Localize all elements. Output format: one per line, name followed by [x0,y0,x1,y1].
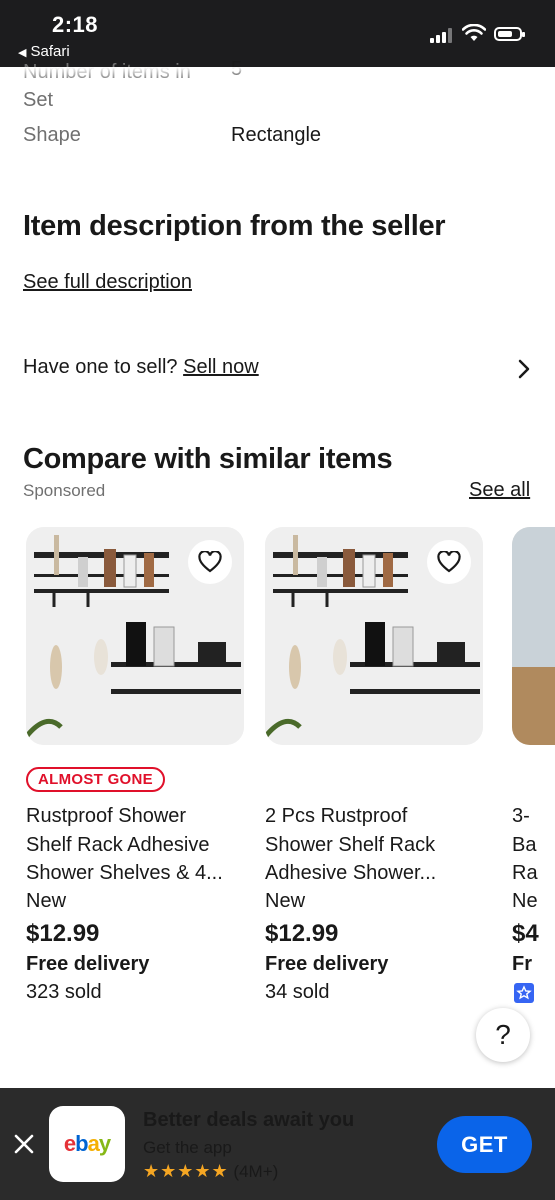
help-label: ? [495,1019,511,1050]
sell-row[interactable]: Have one to sell? Sell now [23,356,533,384]
cellular-signal-icon [430,27,454,43]
product-image[interactable] [26,527,244,745]
spec-row-shape: Shape Rectangle [23,124,321,147]
product-condition-partial: Ne [512,890,538,912]
product-image-partial[interactable] [512,527,555,745]
product-sold-count: 323 sold [26,981,102,1003]
wifi-icon [462,24,486,41]
spec-value: Rectangle [231,124,322,146]
title-fragment: 3- [512,805,530,827]
heart-icon [198,551,222,573]
get-app-button[interactable]: GET [437,1116,532,1173]
product-delivery: Free delivery [265,953,389,975]
see-full-description-link[interactable]: See full description [23,271,192,294]
banner-rating: ★★★★★ (4M+) [143,1161,278,1182]
product-condition: New [265,890,306,912]
product-price-partial: $4 [512,920,539,947]
compare-heading: Compare with similar items [23,443,393,475]
heart-icon [437,551,461,573]
rating-count: (4M+) [233,1162,279,1181]
status-bar: 2:18 ◀ Safari [0,0,555,67]
almost-gone-badge: ALMOST GONE [26,767,165,792]
top-rated-badge-icon [514,983,534,1003]
sell-prompt: Have one to sell? [23,356,178,378]
help-button[interactable]: ? [476,1008,530,1062]
spec-label: Shape [23,124,81,146]
product-price: $12.99 [26,920,100,947]
product-delivery: Free delivery [26,953,150,975]
title-fragment: Ra [512,862,538,884]
product-sold-count: 34 sold [265,981,330,1003]
product-condition: New [26,890,67,912]
product-price: $12.99 [265,920,339,947]
watch-heart-button[interactable] [427,540,471,584]
sponsored-label: Sponsored [23,481,106,500]
banner-title: Better deals await you [143,1109,355,1131]
product-card[interactable] [265,527,485,745]
sell-now-link[interactable]: Sell now [183,356,259,378]
product-title-link[interactable]: Rustproof Shower Shelf Rack Adhesive Sho… [26,802,236,888]
title-fragment: Ba [512,833,537,856]
product-delivery-partial: Fr [512,953,532,975]
description-heading: Item description from the seller [23,210,446,242]
see-all-link[interactable]: See all [469,479,530,502]
star-rating-icon: ★★★★★ [143,1161,229,1181]
watch-heart-button[interactable] [188,540,232,584]
product-image[interactable] [265,527,483,745]
ebay-app-logo: ebay [49,1106,125,1182]
battery-icon [494,27,525,41]
close-icon[interactable] [13,1133,35,1155]
chevron-right-icon [518,359,530,379]
product-card[interactable] [26,527,246,745]
status-time: 2:18 [52,12,99,37]
product-title-partial[interactable]: 3- Ba Ra [512,802,555,888]
banner-subtitle: Get the app [143,1138,232,1157]
product-title-link[interactable]: 2 Pcs Rustproof Shower Shelf Rack Adhesi… [265,802,475,888]
